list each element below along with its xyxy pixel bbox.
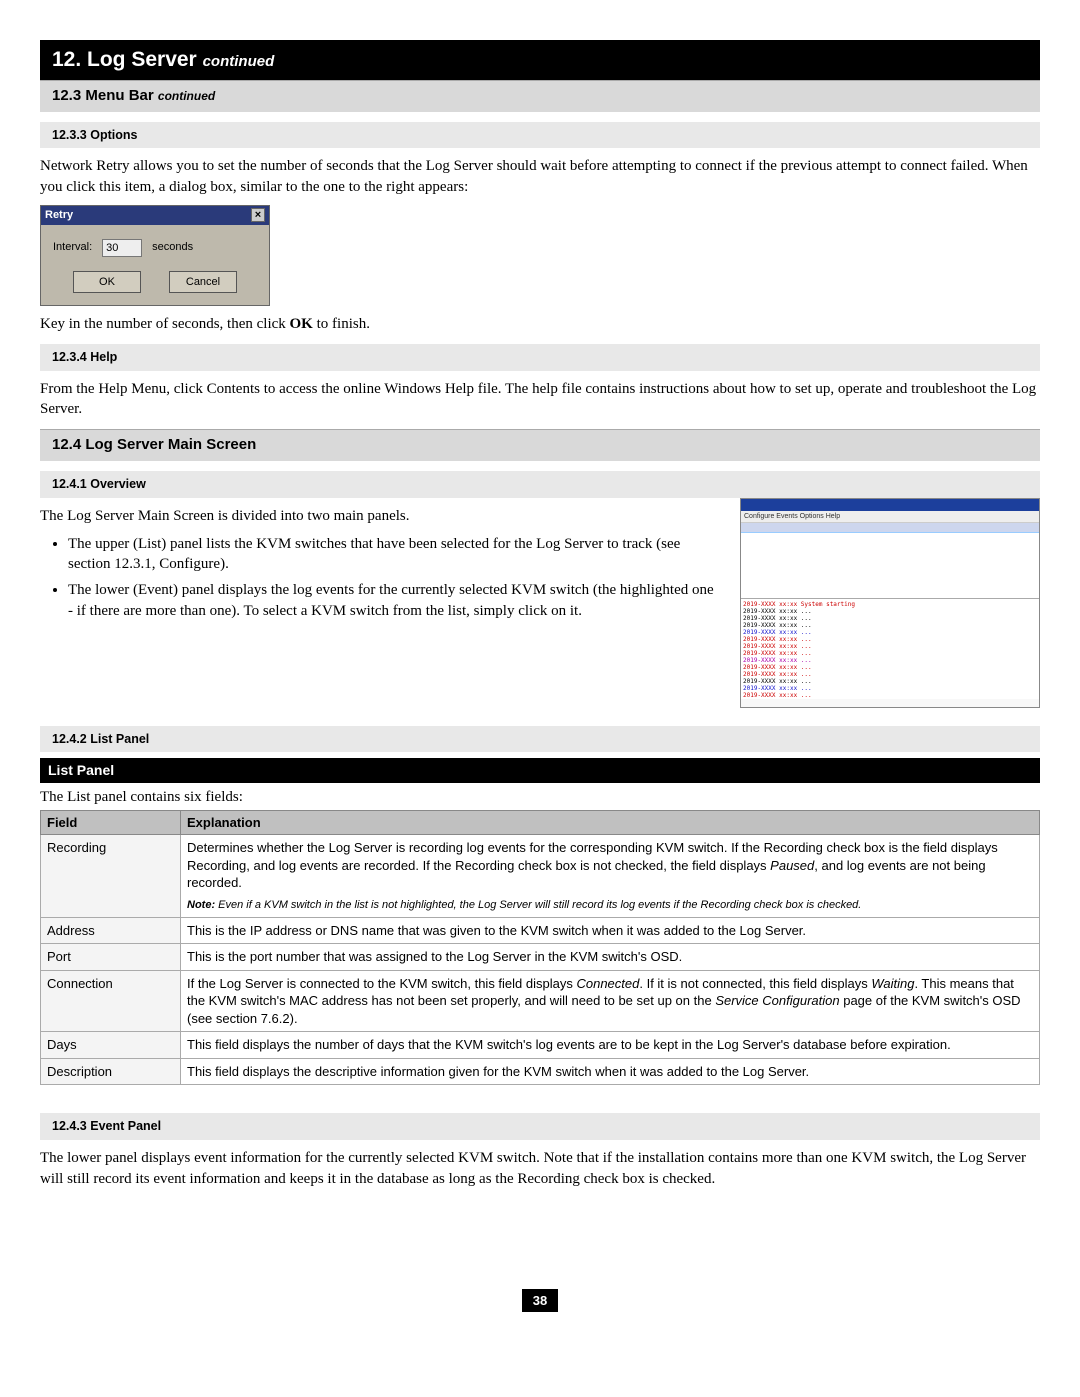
heading-12-4-1: 12.4.1 Overview (40, 471, 1040, 498)
heading-12-4-2: 12.4.2 List Panel (40, 726, 1040, 753)
heading-12-4-3: 12.4.3 Event Panel (40, 1113, 1040, 1140)
table-row: Description This field displays the desc… (41, 1058, 1040, 1085)
subsection-12-4: 12.4 Log Server Main Screen (40, 429, 1040, 460)
retry-title: Retry (45, 208, 73, 223)
event-panel-paragraph: The lower panel displays event informati… (40, 1148, 1040, 1189)
heading-12-3-4: 12.3.4 Help (40, 344, 1040, 371)
td-field: Port (41, 944, 181, 971)
td-explanation: This is the port number that was assigne… (181, 944, 1040, 971)
list-item: The upper (List) panel lists the KVM swi… (68, 534, 722, 575)
cancel-button[interactable]: Cancel (169, 271, 237, 293)
note-bold: Note: (187, 899, 215, 911)
cell-ital: Connected (576, 976, 639, 991)
retry-body: Interval: seconds OK Cancel (41, 225, 269, 305)
keyin-post: to finish. (313, 316, 370, 332)
overview-bullets: The upper (List) panel lists the KVM swi… (68, 534, 722, 621)
section-header-cont: continued (203, 53, 275, 70)
section-header: 12. Log Server continued (40, 40, 1040, 80)
retry-interval-label: Interval: (53, 240, 92, 255)
th-explanation: Explanation (181, 810, 1040, 835)
ok-button[interactable]: OK (73, 271, 141, 293)
td-explanation: This field displays the descriptive info… (181, 1058, 1040, 1085)
table-row: Recording Determines whether the Log Ser… (41, 835, 1040, 917)
recording-note: Note: Even if a KVM switch in the list i… (187, 898, 1033, 913)
table-row: Connection If the Log Server is connecte… (41, 970, 1040, 1032)
cell-ital: Waiting (871, 976, 914, 991)
overview-paragraph: The Log Server Main Screen is divided in… (40, 506, 722, 526)
table-row: Days This field displays the number of d… (41, 1032, 1040, 1059)
heading-12-3-3: 12.3.3 Options (40, 122, 1040, 149)
subsection-12-4-title: 12.4 Log Server Main Screen (52, 436, 256, 453)
subsection-12-3-cont: continued (158, 89, 215, 103)
td-explanation: Determines whether the Log Server is rec… (181, 835, 1040, 917)
close-icon[interactable]: × (251, 208, 265, 222)
main-screen-screenshot: Configure Events Options Help 2019-XXXX … (740, 498, 1040, 708)
td-explanation: If the Log Server is connected to the KV… (181, 970, 1040, 1032)
td-field: Address (41, 917, 181, 944)
th-field: Field (41, 810, 181, 835)
screenshot-list-header (741, 523, 1039, 533)
td-field: Days (41, 1032, 181, 1059)
cell-text: . If it is not connected, this field dis… (639, 976, 871, 991)
td-field: Description (41, 1058, 181, 1085)
cell-ital: Service Configuration (715, 993, 839, 1008)
section-header-text: 12. Log Server (52, 48, 197, 71)
overview-row: The Log Server Main Screen is divided in… (40, 498, 1040, 708)
field-table: Field Explanation Recording Determines w… (40, 810, 1040, 1086)
retry-dialog: Retry × Interval: seconds OK Cancel (40, 205, 270, 306)
keyin-pre: Key in the number of seconds, then click (40, 316, 290, 332)
retry-titlebar: Retry × (41, 206, 269, 225)
table-row: Port This is the port number that was as… (41, 944, 1040, 971)
screenshot-event-panel: 2019-XXXX xx:xx System starting 2019-XXX… (741, 599, 1039, 699)
td-field: Recording (41, 835, 181, 917)
screenshot-titlebar (741, 499, 1039, 511)
td-explanation: This field displays the number of days t… (181, 1032, 1040, 1059)
subsection-12-3: 12.3 Menu Bar continued (40, 80, 1040, 111)
table-row: Address This is the IP address or DNS na… (41, 917, 1040, 944)
bullet-1-post: ). (220, 556, 229, 572)
page-number: 38 (522, 1289, 558, 1313)
cell-ital: Paused (770, 858, 814, 873)
screenshot-list-panel (741, 523, 1039, 599)
help-paragraph: From the Help Menu, click Contents to ac… (40, 379, 1040, 420)
table-header-row: Field Explanation (41, 810, 1040, 835)
retry-interval-input[interactable] (102, 239, 142, 257)
screenshot-menubar: Configure Events Options Help (741, 511, 1039, 523)
list-item: The lower (Event) panel displays the log… (68, 580, 722, 621)
keyin-bold: OK (290, 316, 313, 332)
retry-buttons: OK Cancel (53, 271, 257, 293)
retry-field-row: Interval: seconds (53, 239, 257, 257)
list-panel-intro: The List panel contains six fields: (40, 787, 1040, 807)
note-rest: Even if a KVM switch in the list is not … (215, 899, 861, 911)
subsection-12-3-title: 12.3 Menu Bar (52, 87, 154, 104)
options-paragraph: Network Retry allows you to set the numb… (40, 156, 1040, 197)
bullet-1-ital: Configure (159, 556, 220, 572)
retry-unit-label: seconds (152, 240, 193, 255)
overview-left: The Log Server Main Screen is divided in… (40, 498, 722, 708)
cell-text: If the Log Server is connected to the KV… (187, 976, 576, 991)
td-explanation: This is the IP address or DNS name that … (181, 917, 1040, 944)
td-field: Connection (41, 970, 181, 1032)
list-panel-heading: List Panel (40, 758, 1040, 783)
overview-right: Configure Events Options Help 2019-XXXX … (740, 498, 1040, 708)
keyin-paragraph: Key in the number of seconds, then click… (40, 314, 1040, 334)
